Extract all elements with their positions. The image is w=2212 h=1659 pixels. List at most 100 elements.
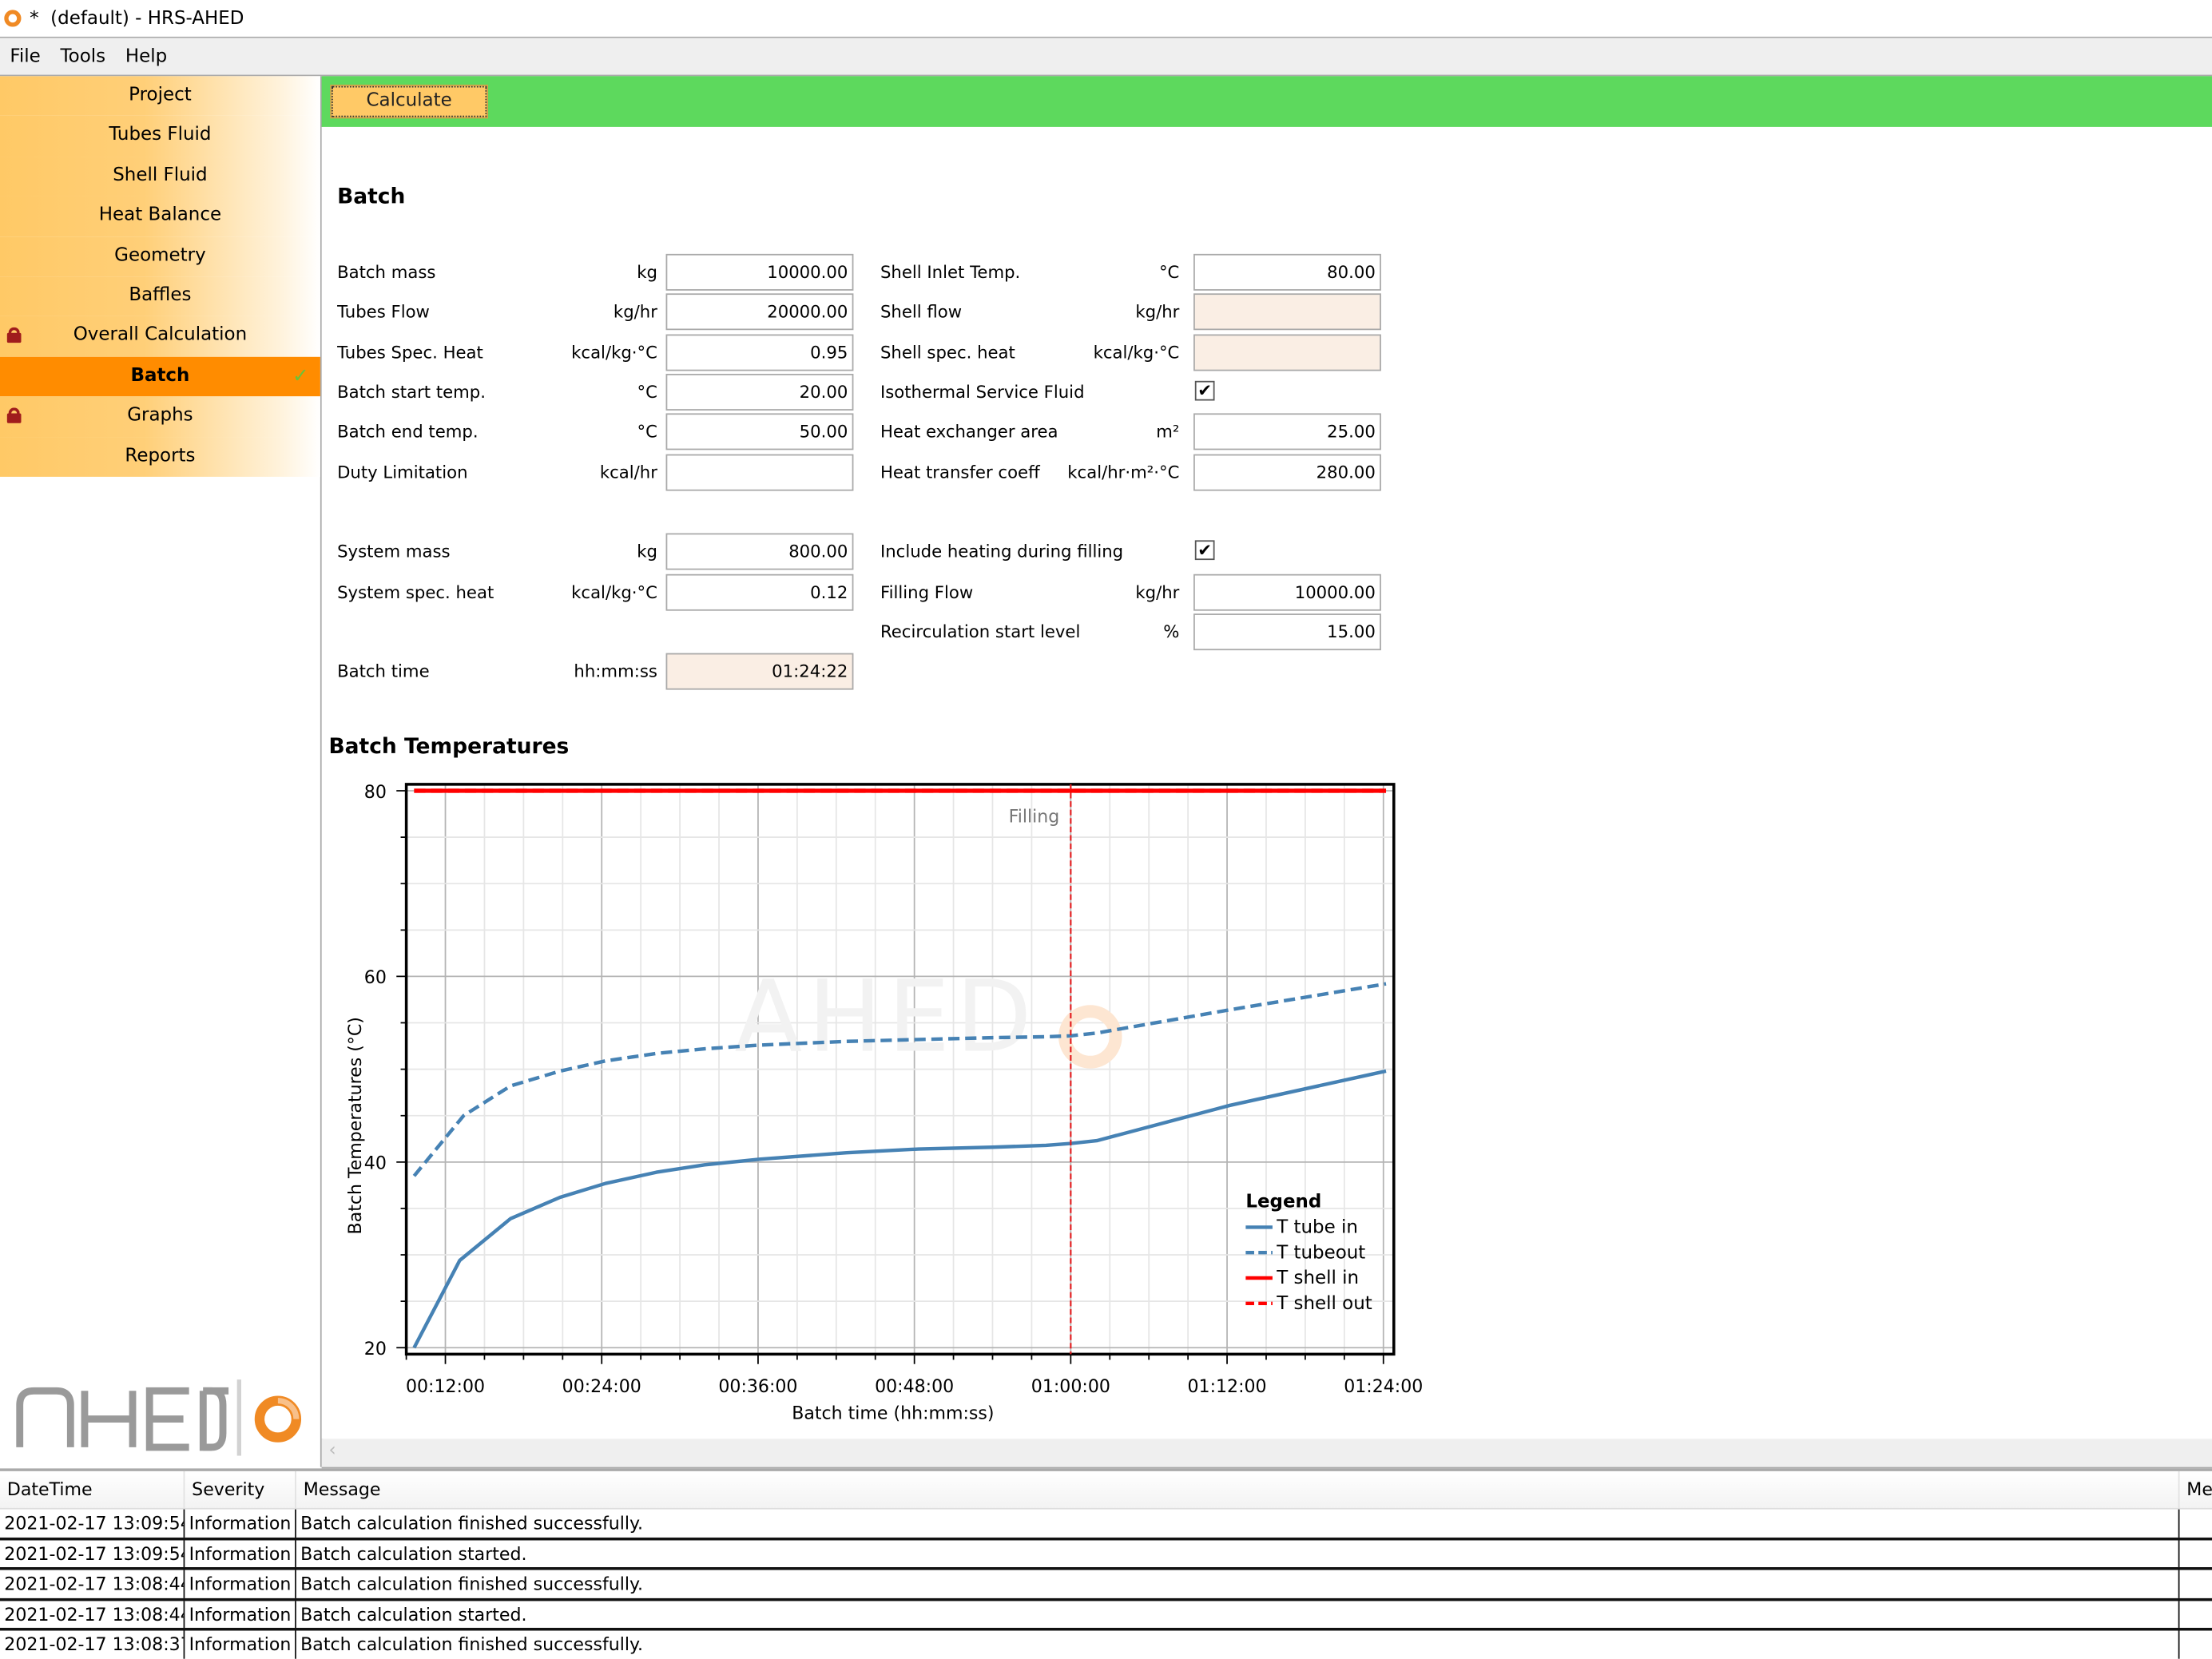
- scroll-left-icon[interactable]: ‹: [328, 1440, 336, 1461]
- sidebar-item-label: Shell Fluid: [113, 165, 208, 186]
- menu-help[interactable]: Help: [115, 46, 177, 66]
- x-tick-label: 00:36:00: [718, 1377, 797, 1397]
- message-log: DateTime Severity Message Me 2021-02-17 …: [0, 1468, 2212, 1659]
- system-mass-input[interactable]: 800.00: [665, 533, 854, 570]
- shell-flow-input[interactable]: [1193, 293, 1381, 331]
- unit-label: kcal/kg·°C: [571, 582, 657, 603]
- section-title: Batch: [337, 183, 406, 209]
- sidebar-item-heat-balance[interactable]: Heat Balance: [0, 196, 320, 236]
- field-label: Tubes Flow: [337, 301, 430, 322]
- legend-item-label: T tube in: [1276, 1216, 1358, 1237]
- form-row-duty-limitation: Duty Limitation kcal/hr: [337, 454, 854, 491]
- sidebar-item-overall-calculation[interactable]: Overall Calculation: [0, 316, 320, 357]
- duty-limitation-input[interactable]: [665, 454, 854, 491]
- batch-start-temp-input[interactable]: 20.00: [665, 373, 854, 411]
- unit-label: kcal/kg·°C: [1093, 343, 1180, 363]
- tubes-spec-heat-input[interactable]: 0.95: [665, 334, 854, 371]
- x-tick-label: 01:00:00: [1031, 1377, 1110, 1397]
- checkmark-icon: ✓: [292, 364, 309, 388]
- col-message[interactable]: Message: [296, 1470, 2180, 1508]
- sidebar-item-label: Heat Balance: [98, 204, 222, 226]
- sidebar: Project Tubes Fluid Shell Fluid Heat Balanc…: [0, 76, 324, 1467]
- log-header: DateTime Severity Message Me: [0, 1470, 2212, 1510]
- log-row[interactable]: 2021-02-17 13:09:54 Information Batch calc…: [0, 1509, 2212, 1540]
- form-row-shell-inlet-temp: Shell Inlet Temp. °C 80.00: [880, 253, 1381, 291]
- field-label: Batch start temp.: [337, 382, 486, 403]
- include-heating-during-filling-checkbox[interactable]: ✔: [1194, 540, 1215, 561]
- field-label: Heat transfer coeff: [880, 462, 1040, 482]
- field-label: Shell flow: [880, 301, 963, 322]
- unit-label: kg: [637, 262, 657, 283]
- log-row[interactable]: 2021-02-17 13:08:44 Information Batch calc…: [0, 1570, 2212, 1601]
- unit-label: kcal/kg·°C: [571, 343, 657, 363]
- sidebar-item-geometry[interactable]: Geometry: [0, 236, 320, 277]
- tubes-flow-input[interactable]: 20000.00: [665, 293, 854, 331]
- x-tick-label: 00:24:00: [562, 1377, 641, 1397]
- form-row-shell-spec-heat: Shell spec. heat kcal/kg·°C: [880, 334, 1381, 371]
- form-row-heat-exchanger-area: Heat exchanger area m² 25.00: [880, 413, 1381, 450]
- log-cell-datetime: 2021-02-17 13:08:44: [0, 1570, 185, 1597]
- form-row-batch-time: Batch time hh:mm:ss 01:24:22: [337, 653, 854, 690]
- y-tick-label: 80: [364, 783, 387, 803]
- sidebar-item-baffles[interactable]: Baffles: [0, 276, 320, 317]
- form-row-batch-mass: Batch mass kg 10000.00: [337, 253, 854, 291]
- sidebar-item-label: Graphs: [127, 405, 193, 427]
- log-row[interactable]: 2021-02-17 13:08:37 Information Batch calc…: [0, 1630, 2212, 1659]
- log-cell-message: Batch calculation finished successfully.: [296, 1570, 2180, 1597]
- log-cell-severity: Information: [185, 1539, 296, 1568]
- menu-tools[interactable]: Tools: [50, 46, 115, 66]
- log-row[interactable]: 2021-02-17 13:09:54 Information Batch calc…: [0, 1539, 2212, 1570]
- logo-letter-h: [81, 1391, 137, 1447]
- field-label: Filling Flow: [880, 582, 974, 603]
- shell-inlet-temp-input[interactable]: 80.00: [1193, 253, 1381, 291]
- field-label: Heat exchanger area: [880, 422, 1058, 442]
- window-title: * (default) - HRS-AHED: [30, 7, 244, 30]
- isothermal-service-fluid-checkbox[interactable]: ✔: [1194, 380, 1215, 401]
- form-row-batch-end-temp: Batch end temp. °C 50.00: [337, 413, 854, 450]
- col-datetime[interactable]: DateTime: [0, 1470, 185, 1508]
- sidebar-item-shell-fluid[interactable]: Shell Fluid: [0, 156, 320, 196]
- form-row-recirculation-start-level: Recirculation start level% 15.00: [880, 613, 1381, 651]
- sidebar-item-graphs[interactable]: Graphs: [0, 396, 320, 437]
- batch-mass-input[interactable]: 10000.00: [665, 253, 854, 291]
- y-tick-label: 60: [364, 968, 387, 988]
- batch-time-input[interactable]: 01:24:22: [665, 653, 854, 690]
- recirculation-start-level-input[interactable]: 15.00: [1193, 613, 1381, 651]
- shell-spec-heat-input[interactable]: [1193, 334, 1381, 371]
- y-axis-label: Batch Temperatures (°C): [346, 1017, 366, 1234]
- field-label: Include heating during filling: [880, 542, 1124, 562]
- sidebar-item-tubes-fluid[interactable]: Tubes Fluid: [0, 116, 320, 157]
- col-severity[interactable]: Severity: [185, 1470, 296, 1508]
- log-cell-datetime: 2021-02-17 13:08:44: [0, 1600, 185, 1628]
- sidebar-item-label: Baffles: [129, 284, 192, 307]
- sidebar-item-batch[interactable]: Batch ✓: [0, 356, 320, 397]
- field-label: Tubes Spec. Heat: [337, 343, 483, 363]
- y-tick-label: 40: [364, 1154, 387, 1174]
- horizontal-scrollbar[interactable]: ‹: [321, 1439, 2212, 1469]
- heat-exchanger-area-input[interactable]: 25.00: [1193, 413, 1381, 450]
- col-extra[interactable]: Me: [2179, 1471, 2212, 1508]
- system-spec-heat-input[interactable]: 0.12: [665, 574, 854, 611]
- form-row-heat-transfer-coeff: Heat transfer coeff kcal/hr·m²·°C 280.00: [880, 454, 1381, 491]
- unit-label: kg/hr: [613, 301, 657, 322]
- toolbar: Calculate: [321, 76, 2212, 127]
- log-cell-message: Batch calculation finished successfully.: [296, 1630, 2180, 1658]
- form-row-system-spec-heat: System spec. heat kcal/kg·°C 0.12: [337, 574, 854, 611]
- sidebar-nav: Project Tubes Fluid Shell Fluid Heat Balanc…: [0, 76, 320, 477]
- log-cell-extra: [2179, 1510, 2212, 1537]
- unit-label: hh:mm:ss: [574, 661, 657, 681]
- sidebar-item-project[interactable]: Project: [0, 76, 320, 117]
- y-tick-label: 20: [364, 1340, 387, 1359]
- x-tick-label: 01:24:00: [1344, 1377, 1423, 1397]
- filling-flow-input[interactable]: 10000.00: [1193, 574, 1381, 611]
- form-row-tubes-flow: Tubes Flow kg/hr 20000.00: [337, 293, 854, 331]
- log-cell-extra: [2179, 1570, 2212, 1597]
- calculate-button[interactable]: Calculate: [330, 84, 489, 119]
- menu-file[interactable]: File: [0, 46, 50, 66]
- log-row[interactable]: 2021-02-17 13:08:44 Information Batch calc…: [0, 1600, 2212, 1631]
- heat-transfer-coeff-input[interactable]: 280.00: [1193, 454, 1381, 491]
- sidebar-item-reports[interactable]: Reports: [0, 436, 320, 477]
- logo-letter-e: [145, 1387, 189, 1451]
- field-label: Batch mass: [337, 262, 436, 283]
- batch-end-temp-input[interactable]: 50.00: [665, 413, 854, 450]
